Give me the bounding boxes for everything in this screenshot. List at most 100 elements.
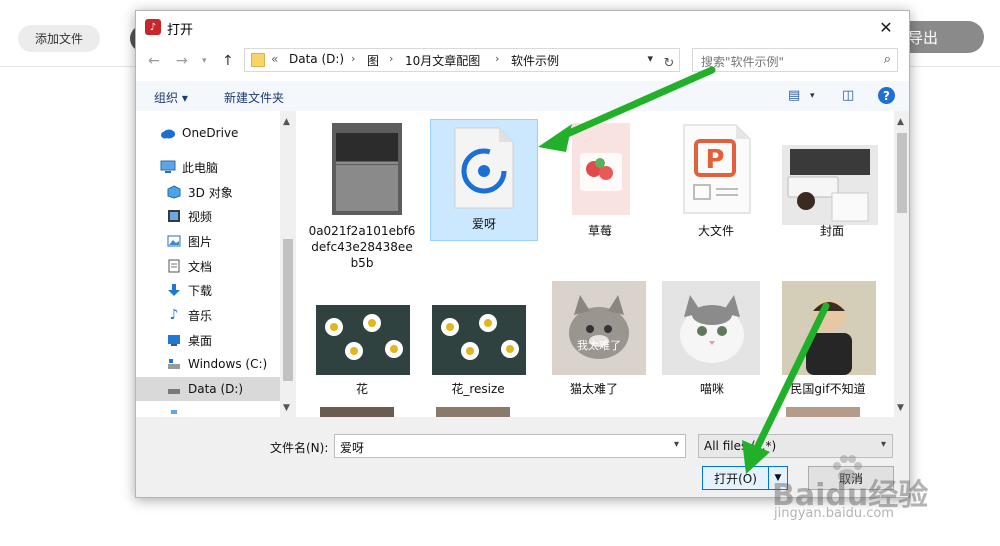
refresh-button[interactable]: ↻ — [658, 52, 680, 74]
file-item[interactable]: 喵咪 — [658, 281, 766, 405]
back-arrow-icon[interactable]: ← — [148, 53, 160, 69]
search-input[interactable]: 搜索"软件示例" ⌕ — [692, 48, 898, 72]
svg-text:P: P — [705, 145, 724, 175]
file-item[interactable]: P 大文件 — [662, 123, 770, 243]
dialog-title: 打开 — [167, 23, 194, 38]
organize-button[interactable]: 组织 ▾ — [154, 89, 188, 106]
file-name: 爱呀 — [471, 217, 496, 231]
sidebar-item-downloads[interactable]: 下载 — [136, 278, 282, 302]
file-item[interactable]: 封面 — [778, 123, 886, 243]
view-dropdown-icon[interactable]: ▾ — [810, 91, 815, 101]
baidu-watermark: Baidu经验 jingyan.baidu.com — [772, 455, 942, 526]
open-file-dialog: ♪ 打开 ✕ ← → ▾ ↑ « Data (D:) › 图 › 10月文章配图… — [135, 10, 910, 498]
navigation-bar: ← → ▾ ↑ « Data (D:) › 图 › 10月文章配图 › 软件示例… — [136, 43, 909, 81]
sidebar-item-videos[interactable]: 视频 — [136, 204, 282, 228]
sidebar-item-data-drive[interactable]: Data (D:) — [136, 377, 282, 401]
chevron-right-icon[interactable]: › — [389, 52, 393, 65]
file-item[interactable]: 花 — [308, 289, 416, 405]
address-bar[interactable]: « Data (D:) › 图 › 10月文章配图 › 软件示例 ▾ — [244, 48, 680, 72]
file-list-pane: 0a021f2a101ebf6defc43e28438eeb5b 爱呀 草莓 P… — [296, 111, 894, 417]
search-icon: ⌕ — [883, 52, 891, 67]
sidebar-item-pictures[interactable]: 图片 — [136, 229, 282, 253]
breadcrumb-overflow[interactable]: « — [271, 52, 278, 66]
watermark-url: jingyan.baidu.com — [774, 506, 894, 521]
sidebar-item-onedrive[interactable]: OneDrive — [136, 121, 282, 145]
breadcrumb-folder-2[interactable]: 10月文章配图 — [405, 52, 480, 69]
chevron-up-icon[interactable]: ▲ — [897, 117, 904, 127]
audio-file-icon — [451, 126, 517, 210]
dialog-toolbar: 组织 ▾ 新建文件夹 ▤ ▾ ◫ ? — [136, 81, 909, 111]
file-name: 草莓 — [587, 224, 612, 238]
file-item[interactable]: 0a021f2a101ebf6defc43e28438eeb5b — [308, 123, 416, 273]
new-folder-button[interactable]: 新建文件夹 — [224, 89, 284, 106]
refresh-icon: ↻ — [663, 55, 675, 71]
chevron-down-icon[interactable]: ▼ — [897, 403, 904, 413]
open-button-label[interactable]: 打开(O) — [703, 467, 769, 489]
breadcrumb-folder-1[interactable]: 图 — [367, 52, 379, 69]
recent-dropdown-icon[interactable]: ▾ — [202, 56, 207, 66]
sidebar-scrollbar[interactable]: ▲ ▼ — [280, 111, 296, 417]
file-item[interactable]: 民国gif不知道 — [774, 281, 882, 405]
file-thumbnail-desk — [782, 145, 878, 225]
filename-input[interactable]: 爱呀 ▾ — [334, 434, 686, 458]
file-thumbnail-daisies-resize — [432, 305, 526, 375]
content-scrollbar[interactable]: ▲ ▼ — [894, 111, 909, 417]
chevron-right-icon[interactable]: › — [495, 52, 499, 65]
sidebar-scroll-thumb[interactable] — [283, 239, 293, 381]
close-button[interactable]: ✕ — [863, 11, 909, 43]
app-logo-icon: ♪ — [145, 19, 161, 35]
file-name: 喵咪 — [699, 382, 724, 396]
content-scroll-thumb[interactable] — [897, 133, 907, 213]
help-icon[interactable]: ? — [878, 87, 895, 104]
file-name: 民国gif不知道 — [790, 382, 866, 396]
music-icon: ♪ — [169, 307, 179, 323]
view-options-icon[interactable]: ▤ — [788, 88, 800, 103]
cloud-icon — [160, 126, 176, 140]
add-file-button[interactable]: 添加文件 — [18, 25, 100, 52]
close-icon: ✕ — [879, 17, 893, 37]
drive-icon — [166, 357, 182, 371]
download-icon — [166, 283, 182, 297]
sidebar-item-windows-drive[interactable]: Windows (C:) — [136, 352, 282, 376]
sidebar-item-3d-objects[interactable]: 3D 对象 — [136, 180, 282, 204]
file-thumbnail-daisies — [316, 305, 410, 375]
forward-arrow-icon[interactable]: → — [176, 53, 188, 69]
breadcrumb-current[interactable]: 软件示例 — [511, 52, 559, 69]
file-item[interactable]: 花_resize — [424, 289, 532, 405]
file-thumbnail-child — [782, 281, 876, 375]
chevron-down-icon[interactable]: ▾ — [674, 439, 679, 450]
file-name: 封面 — [819, 224, 844, 238]
file-thumbnail-gray-cat: 我太难了 — [552, 281, 646, 375]
preview-pane-icon[interactable]: ◫ — [842, 88, 854, 103]
partial-file-thumbnail — [320, 407, 394, 417]
network-icon — [166, 408, 182, 417]
sidebar-item-music[interactable]: ♪ 音乐 — [136, 303, 282, 327]
file-name: 大文件 — [697, 224, 734, 238]
chevron-up-icon[interactable]: ▲ — [283, 117, 290, 127]
filetype-value: All files (*.*) — [704, 439, 777, 453]
file-thumbnail-strawberry — [572, 123, 630, 215]
chevron-down-icon[interactable]: ▼ — [283, 403, 290, 413]
file-thumbnail-laptop — [332, 123, 402, 215]
chevron-right-icon[interactable]: › — [351, 52, 355, 65]
folder-icon — [251, 53, 265, 67]
navigation-pane: OneDrive 此电脑 3D 对象 视频 图片 文档 下载 ♪ 音乐 桌面 W… — [136, 111, 282, 417]
up-arrow-icon[interactable]: ↑ — [222, 53, 234, 69]
sidebar-item-this-pc[interactable]: 此电脑 — [136, 155, 282, 179]
filename-value: 爱呀 — [340, 441, 365, 455]
chevron-down-icon[interactable]: ▾ — [881, 439, 886, 450]
search-placeholder: 搜索"软件示例" — [701, 55, 785, 69]
sidebar-item-desktop[interactable]: 桌面 — [136, 328, 282, 352]
file-name: 花 — [355, 382, 368, 396]
file-name: 花_resize — [451, 382, 505, 396]
sidebar-item-documents[interactable]: 文档 — [136, 254, 282, 278]
document-icon — [166, 259, 182, 273]
file-item[interactable]: 我太难了 猫太难了 — [540, 281, 648, 405]
dialog-titlebar: ♪ 打开 ✕ — [136, 11, 909, 43]
sidebar-item-network[interactable] — [136, 403, 282, 417]
address-dropdown-icon[interactable]: ▾ — [647, 52, 653, 65]
file-item-selected[interactable]: 爱呀 — [430, 119, 538, 241]
breadcrumb-drive[interactable]: Data (D:) — [289, 52, 344, 66]
video-icon — [166, 209, 182, 223]
file-item[interactable]: 草莓 — [546, 123, 654, 243]
